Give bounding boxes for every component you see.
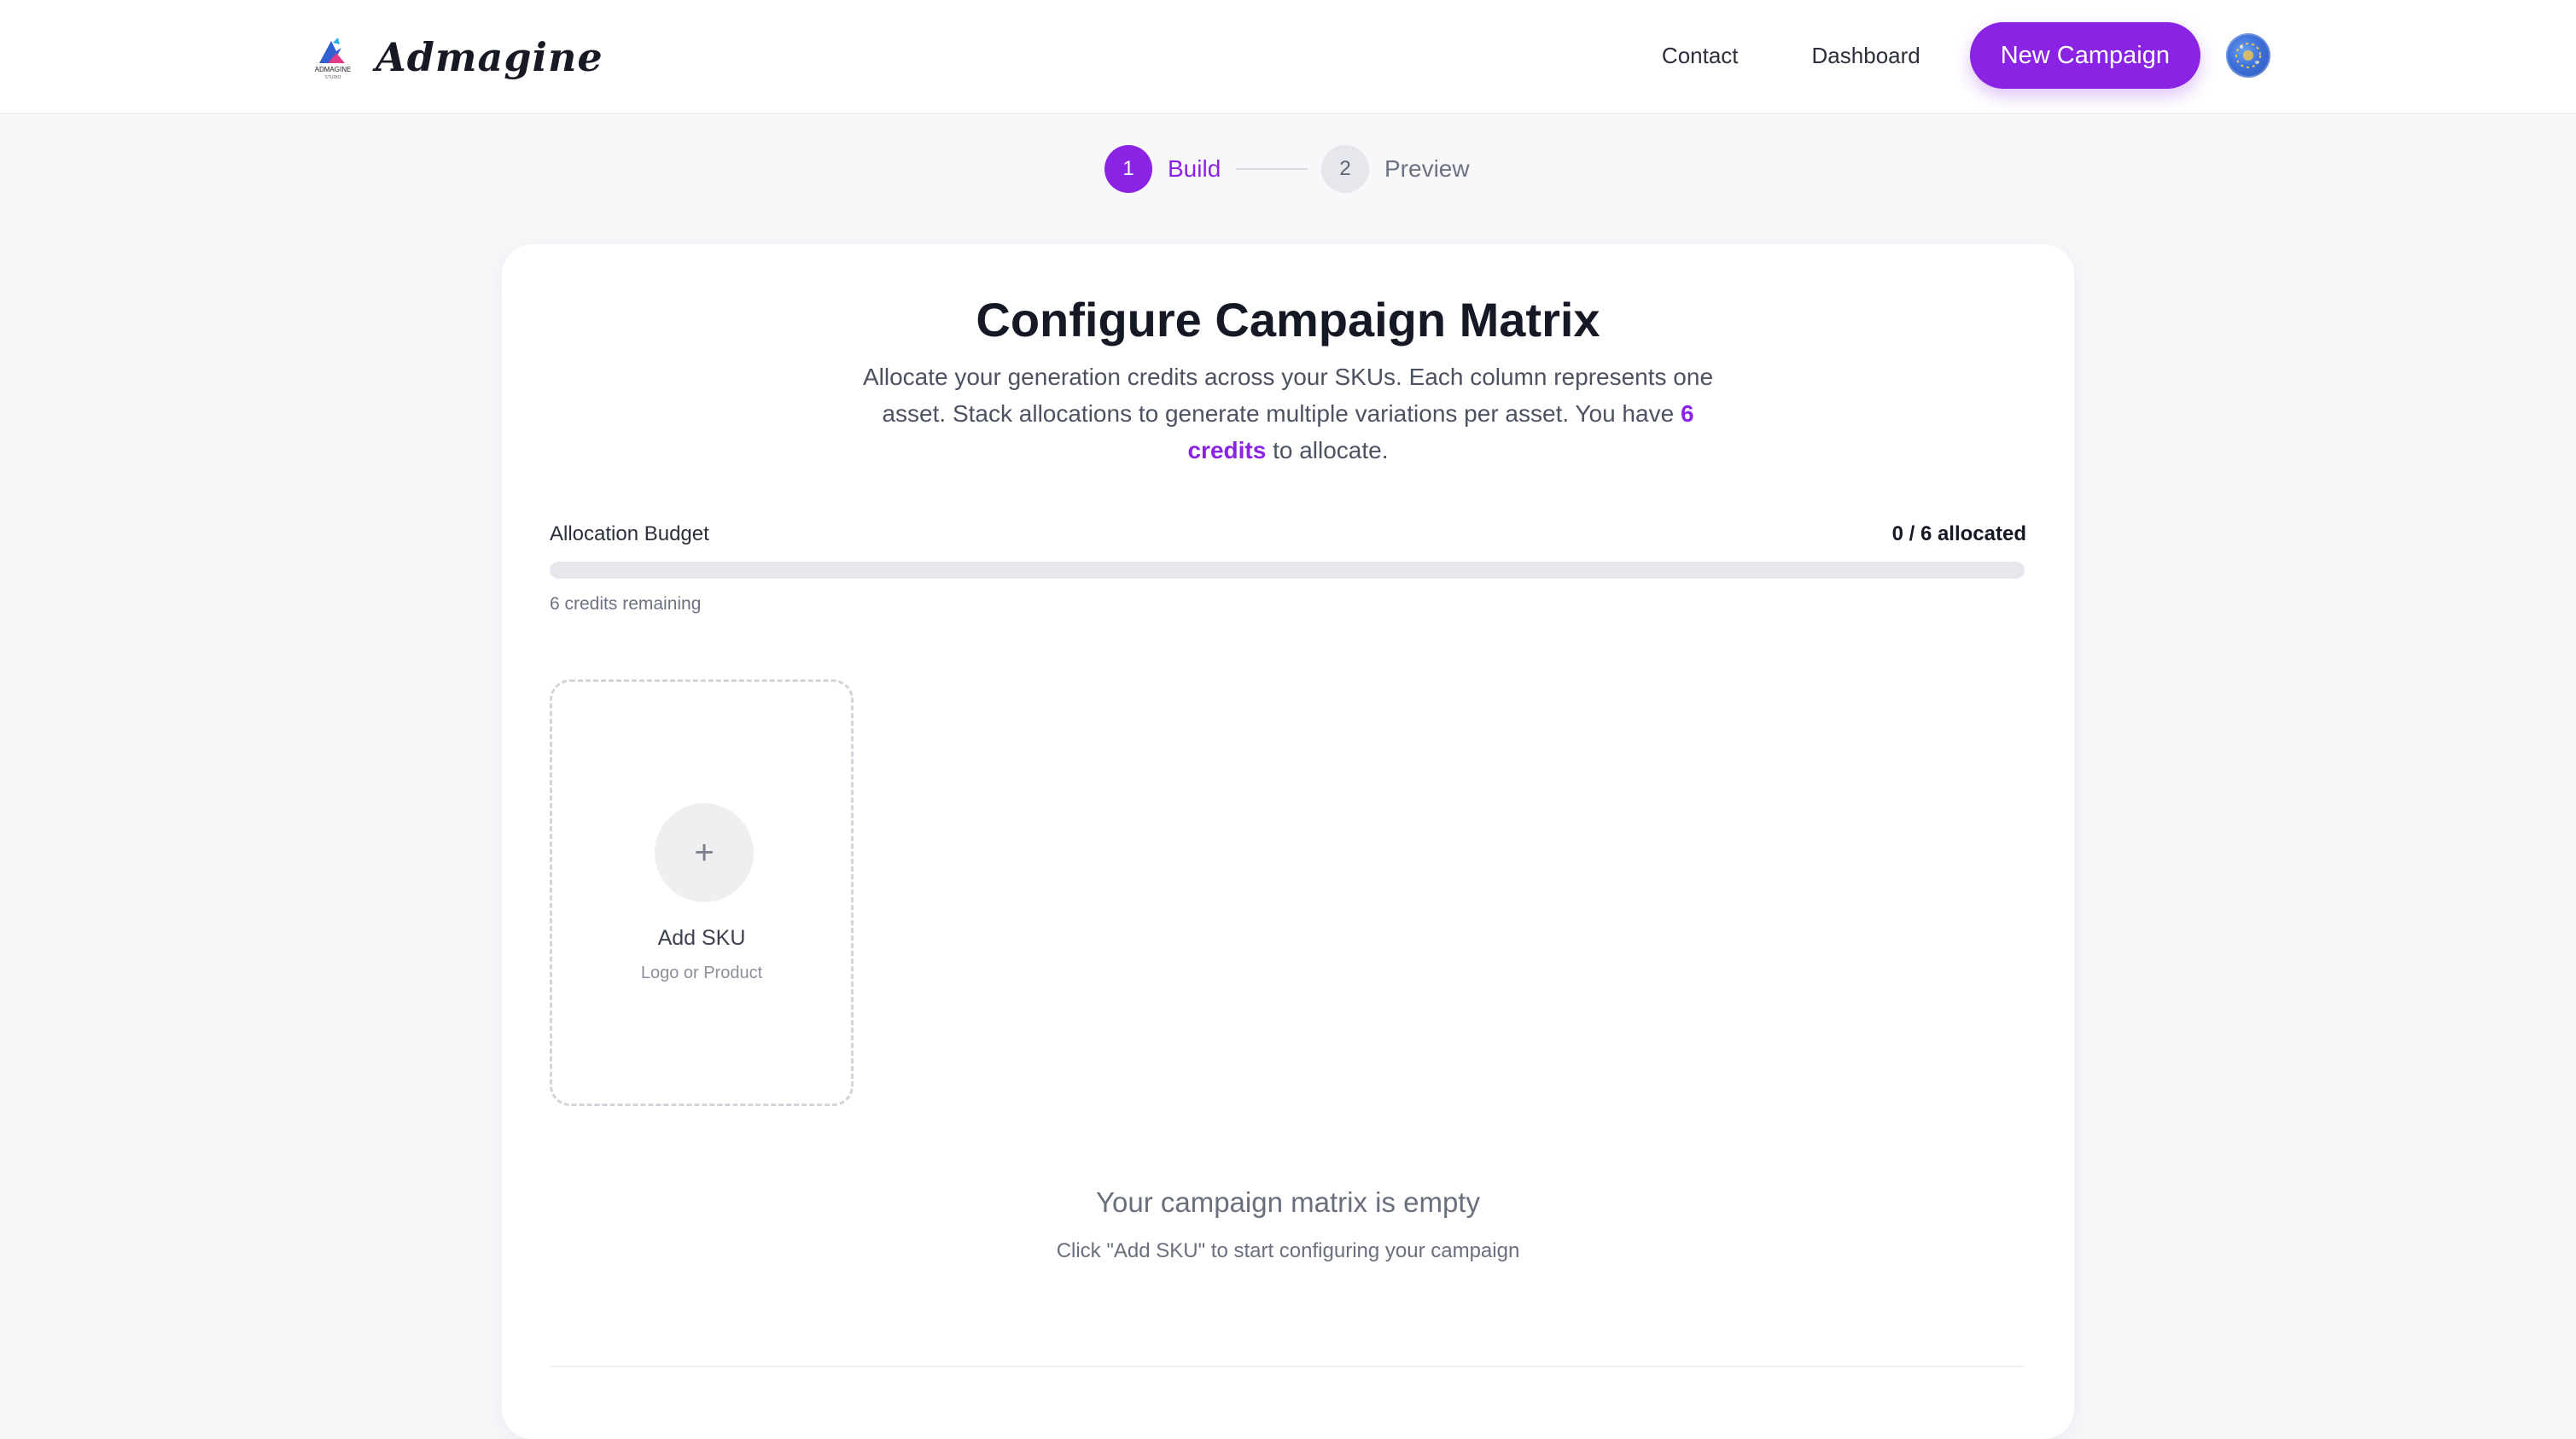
top-navbar: ADMAGINE STUDIO Admagine Contact Dashboa… — [0, 0, 2576, 114]
description-text-end: to allocate. — [1266, 437, 1389, 463]
allocation-progress-bar — [550, 562, 2025, 579]
credits-remaining: 6 credits remaining — [550, 594, 702, 614]
card-divider — [550, 1366, 2025, 1367]
step-preview[interactable]: 2 Preview — [1321, 143, 1470, 195]
avatar-image-icon — [2235, 43, 2261, 68]
page-description: Allocate your generation credits across … — [852, 358, 1724, 469]
campaign-matrix-card: Configure Campaign Matrix Allocate your … — [502, 244, 2074, 1439]
empty-state-title: Your campaign matrix is empty — [1096, 1186, 1480, 1218]
plus-icon: + — [655, 803, 754, 902]
brand-logo-icon: ADMAGINE STUDIO — [315, 38, 352, 80]
step-connector — [1236, 168, 1308, 170]
user-avatar[interactable] — [2226, 33, 2270, 78]
brand-logo: ADMAGINE STUDIO — [307, 34, 358, 80]
step-label: Build — [1168, 155, 1221, 182]
brand[interactable]: ADMAGINE STUDIO Admagine — [307, 26, 603, 89]
add-sku-title: Add SKU — [657, 926, 746, 950]
empty-state-subtitle: Click "Add SKU" to start configuring you… — [1056, 1239, 1520, 1262]
new-campaign-button[interactable]: New Campaign — [1969, 22, 2200, 89]
step-number: 2 — [1321, 145, 1369, 193]
logo-caption: ADMAGINE — [315, 66, 352, 73]
step-number: 1 — [1104, 145, 1152, 193]
progress-stepper: 1 Build 2 Preview — [0, 143, 2576, 195]
main-nav: Contact Dashboard New Campaign — [1662, 20, 2576, 90]
description-text: Allocate your generation credits across … — [862, 364, 1714, 427]
allocation-count: 0 / 6 allocated — [1891, 522, 2026, 545]
nav-contact-link[interactable]: Contact — [1662, 43, 1739, 69]
allocation-budget-label: Allocation Budget — [550, 522, 709, 545]
add-sku-subtitle: Logo or Product — [640, 964, 763, 982]
add-sku-button[interactable]: + Add SKU Logo or Product — [550, 679, 854, 1106]
step-build[interactable]: 1 Build — [1104, 143, 1221, 195]
nav-dashboard-link[interactable]: Dashboard — [1812, 43, 1920, 69]
step-label: Preview — [1384, 155, 1470, 182]
logo-subcaption: STUDIO — [325, 75, 341, 80]
brand-name: Admagine — [376, 34, 603, 80]
page-title: Configure Campaign Matrix — [976, 293, 1600, 347]
